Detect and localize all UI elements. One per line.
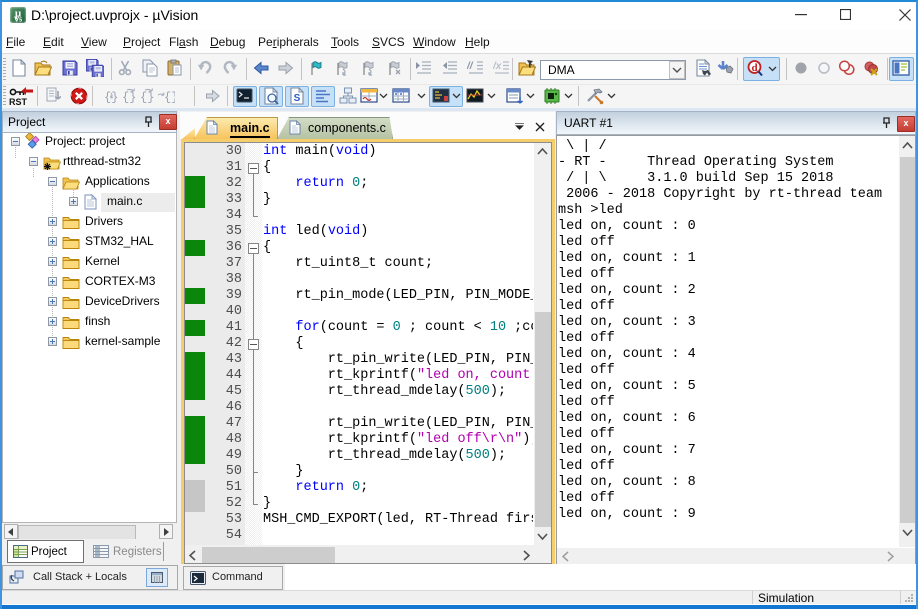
svg-text:/x: /x: [493, 61, 502, 72]
svg-text:{}: {}: [140, 91, 154, 105]
svg-text:{}: {}: [122, 91, 136, 105]
svg-text:S: S: [294, 93, 301, 104]
svg-text:d: d: [751, 62, 757, 74]
svg-text:RST: RST: [9, 97, 28, 107]
svg-text:{}: {}: [164, 91, 175, 105]
svg-text://: //: [467, 61, 474, 72]
